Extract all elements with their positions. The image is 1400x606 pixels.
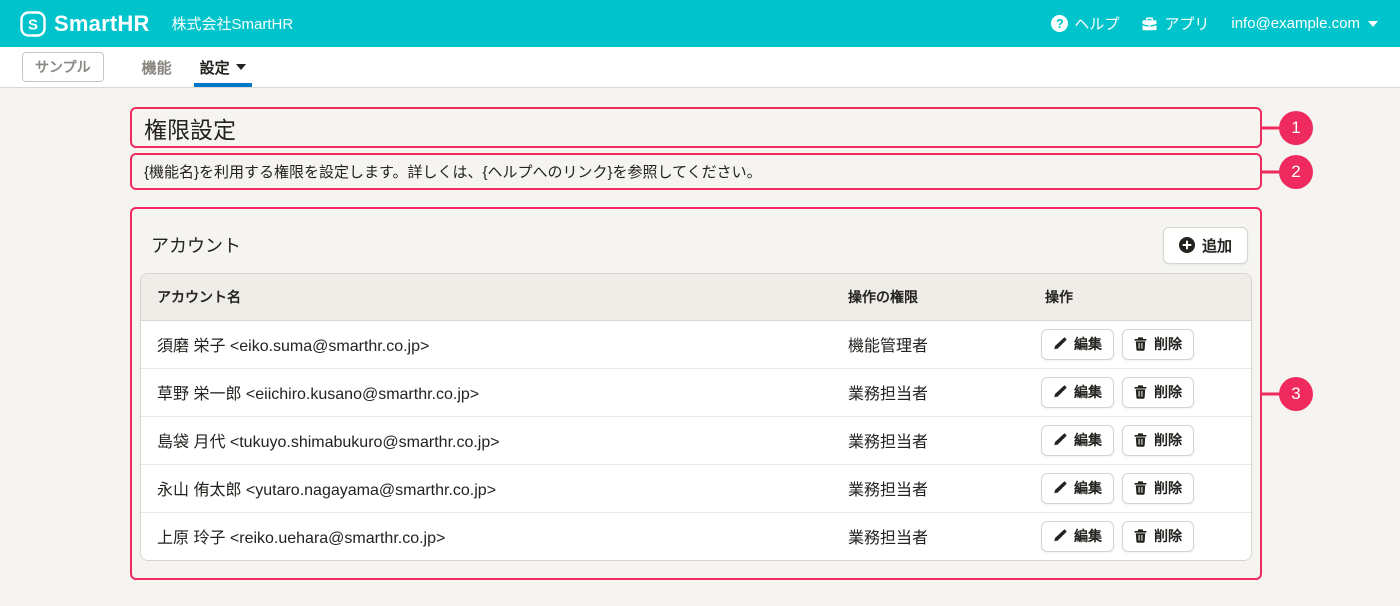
edit-button-label: 編集 <box>1074 382 1102 402</box>
plus-circle-icon <box>1179 237 1195 253</box>
question-circle-icon: ? <box>1051 15 1068 32</box>
annotation-badge-1: 1 <box>1279 111 1313 145</box>
column-header-operations: 操作 <box>1029 274 1251 320</box>
table-row: 上原 玲子 <reiko.uehara@smarthr.co.jp> 業務担当者… <box>141 512 1251 560</box>
account-name-cell: 上原 玲子 <reiko.uehara@smarthr.co.jp> <box>141 512 832 560</box>
annotation-box-account-section: アカウント 追加 アカウント名 操作の権限 操作 <box>130 207 1262 580</box>
help-link-label: ヘルプ <box>1074 13 1119 34</box>
pencil-icon <box>1053 385 1067 399</box>
edit-button[interactable]: 編集 <box>1041 473 1114 504</box>
app-header: S SmartHR 株式会社SmartHR ? ヘルプ アプリ info@exa… <box>0 0 1400 47</box>
permission-cell: 機能管理者 <box>832 320 1029 368</box>
add-account-button[interactable]: 追加 <box>1163 227 1248 264</box>
svg-text:S: S <box>28 16 38 33</box>
trash-icon <box>1134 337 1147 351</box>
smarthr-logo-icon: S <box>20 11 46 37</box>
tab-bar: サンプル 機能 設定 <box>0 47 1400 88</box>
accounts-table-card: アカウント名 操作の権限 操作 須磨 栄子 <eiko.suma@smarthr… <box>140 273 1252 561</box>
edit-button[interactable]: 編集 <box>1041 521 1114 552</box>
permission-cell: 業務担当者 <box>832 512 1029 560</box>
table-row: 草野 栄一郎 <eiichiro.kusano@smarthr.co.jp> 業… <box>141 368 1251 416</box>
table-header-row: アカウント名 操作の権限 操作 <box>141 274 1251 320</box>
edit-button-label: 編集 <box>1074 478 1102 498</box>
smarthr-logo[interactable]: S SmartHR <box>20 11 150 37</box>
tab-features[interactable]: 機能 <box>128 47 186 87</box>
delete-button[interactable]: 削除 <box>1122 377 1194 408</box>
permission-cell: 業務担当者 <box>832 464 1029 512</box>
edit-button-label: 編集 <box>1074 430 1102 450</box>
column-header-account-name: アカウント名 <box>141 274 832 320</box>
delete-button[interactable]: 削除 <box>1122 329 1194 360</box>
edit-button[interactable]: 編集 <box>1041 425 1114 456</box>
edit-button[interactable]: 編集 <box>1041 329 1114 360</box>
annotation-badge-2: 2 <box>1279 155 1313 189</box>
account-name-cell: 須磨 栄子 <eiko.suma@smarthr.co.jp> <box>141 320 832 368</box>
briefcase-icon <box>1141 16 1158 32</box>
add-account-button-label: 追加 <box>1202 235 1232 256</box>
page-description: {機能名}を利用する権限を設定します。詳しくは、{ヘルプへのリンク}を参照してく… <box>144 161 762 182</box>
sample-chip: サンプル <box>22 52 104 82</box>
pencil-icon <box>1053 433 1067 447</box>
page-title: 権限設定 <box>144 111 236 145</box>
tab-settings[interactable]: 設定 <box>186 47 260 87</box>
tab-settings-label: 設定 <box>200 57 230 78</box>
pencil-icon <box>1053 529 1067 543</box>
company-name: 株式会社SmartHR <box>172 13 294 34</box>
annotation-connector <box>1260 392 1281 395</box>
apps-link[interactable]: アプリ <box>1141 13 1209 34</box>
tab-features-label: 機能 <box>142 57 172 78</box>
operations-cell: 編集 削除 <box>1029 464 1251 512</box>
account-section-header: アカウント 追加 <box>140 217 1252 273</box>
account-name-cell: 草野 栄一郎 <eiichiro.kusano@smarthr.co.jp> <box>141 368 832 416</box>
annotation-connector <box>1260 170 1281 173</box>
pencil-icon <box>1053 481 1067 495</box>
annotation-badge-3: 3 <box>1279 377 1313 411</box>
chevron-down-icon <box>236 64 246 70</box>
permission-cell: 業務担当者 <box>832 416 1029 464</box>
operations-cell: 編集 削除 <box>1029 416 1251 464</box>
table-row: 永山 侑太郎 <yutaro.nagayama@smarthr.co.jp> 業… <box>141 464 1251 512</box>
logo-wordmark: SmartHR <box>54 11 150 37</box>
delete-button[interactable]: 削除 <box>1122 425 1194 456</box>
account-menu[interactable]: info@example.com <box>1231 15 1378 32</box>
trash-icon <box>1134 433 1147 447</box>
trash-icon <box>1134 529 1147 543</box>
chevron-down-icon <box>1368 21 1378 27</box>
edit-button-label: 編集 <box>1074 526 1102 546</box>
account-name-cell: 島袋 月代 <tukuyo.shimabukuro@smarthr.co.jp> <box>141 416 832 464</box>
account-section-heading: アカウント <box>151 232 241 258</box>
apps-link-label: アプリ <box>1164 13 1209 34</box>
delete-button-label: 削除 <box>1154 430 1182 450</box>
delete-button-label: 削除 <box>1154 478 1182 498</box>
operations-cell: 編集 削除 <box>1029 512 1251 560</box>
column-header-permission: 操作の権限 <box>832 274 1029 320</box>
main-content: 権限設定 1 {機能名}を利用する権限を設定します。詳しくは、{ヘルプへのリンク… <box>0 88 1400 580</box>
delete-button-label: 削除 <box>1154 334 1182 354</box>
trash-icon <box>1134 385 1147 399</box>
operations-cell: 編集 削除 <box>1029 368 1251 416</box>
permission-cell: 業務担当者 <box>832 368 1029 416</box>
annotation-box-title: 権限設定 1 <box>130 107 1262 148</box>
table-row: 島袋 月代 <tukuyo.shimabukuro@smarthr.co.jp>… <box>141 416 1251 464</box>
trash-icon <box>1134 481 1147 495</box>
operations-cell: 編集 削除 <box>1029 320 1251 368</box>
delete-button[interactable]: 削除 <box>1122 473 1194 504</box>
account-name-cell: 永山 侑太郎 <yutaro.nagayama@smarthr.co.jp> <box>141 464 832 512</box>
annotation-connector <box>1260 126 1281 129</box>
delete-button-label: 削除 <box>1154 382 1182 402</box>
annotation-box-description: {機能名}を利用する権限を設定します。詳しくは、{ヘルプへのリンク}を参照してく… <box>130 153 1262 190</box>
delete-button-label: 削除 <box>1154 526 1182 546</box>
table-row: 須磨 栄子 <eiko.suma@smarthr.co.jp> 機能管理者 編集 <box>141 320 1251 368</box>
pencil-icon <box>1053 337 1067 351</box>
edit-button[interactable]: 編集 <box>1041 377 1114 408</box>
delete-button[interactable]: 削除 <box>1122 521 1194 552</box>
help-link[interactable]: ? ヘルプ <box>1051 13 1119 34</box>
accounts-table: アカウント名 操作の権限 操作 須磨 栄子 <eiko.suma@smarthr… <box>141 274 1251 560</box>
edit-button-label: 編集 <box>1074 334 1102 354</box>
account-email: info@example.com <box>1231 15 1360 32</box>
